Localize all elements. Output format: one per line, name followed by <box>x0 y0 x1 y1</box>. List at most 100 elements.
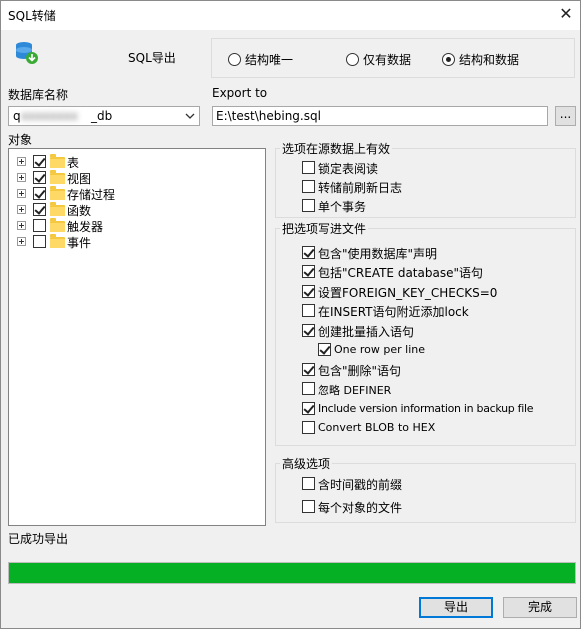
title-bar <box>0 0 581 30</box>
checkbox[interactable] <box>302 199 315 212</box>
database-value-prefix: q <box>13 109 21 123</box>
option-include-drop[interactable]: 包含"删除"语句 <box>302 362 567 378</box>
database-value-suffix: _db <box>91 109 113 123</box>
checkbox-label: 在INSERT语句附近添加lock <box>318 305 469 319</box>
export-path-input[interactable]: E:\test\hebing.sql <box>212 106 548 126</box>
finish-button[interactable]: 完成 <box>503 597 577 618</box>
checkbox-label: 包括"CREATE database"语句 <box>318 266 483 280</box>
checkbox-label: 忽略 DEFINER <box>318 384 392 397</box>
checkbox-label: 转储前刷新日志 <box>318 181 403 195</box>
export-to-label: Export to <box>212 86 268 100</box>
tree-item-triggers[interactable]: 触发器 <box>9 217 265 234</box>
checkbox-label: 包含"删除"语句 <box>318 364 402 378</box>
radio-label: 结构和数据 <box>459 53 520 67</box>
tree-item-views[interactable]: 视图 <box>9 169 265 186</box>
option-flush-logs[interactable]: 转储前刷新日志 <box>302 179 562 195</box>
option-insert-lock[interactable]: 在INSERT语句附近添加lock <box>302 303 567 319</box>
radio-button[interactable] <box>346 53 359 66</box>
checkbox-label: Include version information in backup fi… <box>318 402 534 415</box>
option-ignore-definer[interactable]: 忽略 DEFINER <box>302 381 567 397</box>
expand-icon[interactable] <box>17 173 26 182</box>
tree-item-procedures[interactable]: 存储过程 <box>9 185 265 202</box>
folder-icon <box>50 154 65 168</box>
option-blob-to-hex[interactable]: Convert BLOB to HEX <box>302 420 567 436</box>
export-button[interactable]: 导出 <box>419 597 493 618</box>
checkbox-label: One row per line <box>334 343 426 356</box>
objects-tree[interactable]: 表 视图 存储过程 函数 触发器 事件 <box>8 148 266 526</box>
checkbox[interactable] <box>302 304 315 317</box>
expand-icon[interactable] <box>17 205 26 214</box>
expand-icon[interactable] <box>17 157 26 166</box>
mode-label: SQL导出 <box>128 51 176 65</box>
checkbox-label: 创建批量插入语句 <box>318 325 415 339</box>
export-path-value: E:\test\hebing.sql <box>216 109 321 123</box>
expand-icon[interactable] <box>17 189 26 198</box>
tree-checkbox[interactable] <box>33 171 46 184</box>
close-icon[interactable]: ✕ <box>556 4 576 24</box>
checkbox[interactable] <box>302 402 315 415</box>
option-include-version-info[interactable]: Include version information in backup fi… <box>302 401 570 417</box>
option-foreign-key-checks[interactable]: 设置FOREIGN_KEY_CHECKS=0 <box>302 284 567 300</box>
checkbox-label: 锁定表阅读 <box>318 162 379 176</box>
radio-label: 结构唯一 <box>245 53 294 67</box>
expand-icon[interactable] <box>17 237 26 246</box>
database-select[interactable]: q xxxxxxxx _db <box>8 106 200 126</box>
checkbox-label: 设置FOREIGN_KEY_CHECKS=0 <box>318 286 498 300</box>
radio-data-only[interactable]: 仅有数据 <box>346 51 411 68</box>
option-bulk-insert[interactable]: 创建批量插入语句 <box>302 323 567 339</box>
tree-item-tables[interactable]: 表 <box>9 153 265 170</box>
tree-checkbox[interactable] <box>33 203 46 216</box>
option-lock-tables[interactable]: 锁定表阅读 <box>302 160 562 176</box>
tree-item-label: 事件 <box>67 236 92 250</box>
checkbox[interactable] <box>302 500 315 513</box>
option-file-per-object[interactable]: 每个对象的文件 <box>302 499 567 515</box>
folder-icon <box>50 202 65 216</box>
checkbox[interactable] <box>318 343 331 356</box>
chevron-down-icon[interactable] <box>185 113 195 120</box>
checkbox-label: 包含"使用数据库"声明 <box>318 247 438 261</box>
checkbox[interactable] <box>302 363 315 376</box>
advanced-options-title: 高级选项 <box>280 455 333 472</box>
tree-checkbox[interactable] <box>33 187 46 200</box>
expand-icon[interactable] <box>17 221 26 230</box>
checkbox[interactable] <box>302 421 315 434</box>
folder-icon <box>50 186 65 200</box>
radio-button[interactable] <box>442 53 455 66</box>
radio-structure-and-data[interactable]: 结构和数据 <box>442 51 519 68</box>
radio-structure-only[interactable]: 结构唯一 <box>228 51 293 68</box>
radio-button[interactable] <box>228 53 241 66</box>
radio-label: 仅有数据 <box>363 53 412 67</box>
checkbox-label: 含时间戳的前缀 <box>318 478 403 492</box>
tree-checkbox[interactable] <box>33 235 46 248</box>
tree-checkbox[interactable] <box>33 155 46 168</box>
checkbox[interactable] <box>302 477 315 490</box>
folder-icon <box>50 234 65 248</box>
checkbox[interactable] <box>302 285 315 298</box>
checkbox[interactable] <box>302 180 315 193</box>
checkbox[interactable] <box>302 246 315 259</box>
database-value-redacted: xxxxxxxx <box>21 109 78 123</box>
browse-button[interactable]: ... <box>555 106 576 126</box>
tree-checkbox[interactable] <box>33 219 46 232</box>
folder-icon <box>50 218 65 232</box>
option-include-use-database[interactable]: 包含"使用数据库"声明 <box>302 245 567 261</box>
folder-icon <box>50 170 65 184</box>
option-one-row-per-line[interactable]: One row per line <box>318 342 567 358</box>
option-timestamp-prefix[interactable]: 含时间戳的前缀 <box>302 476 567 492</box>
source-options-title: 选项在源数据上有效 <box>280 140 393 157</box>
checkbox-label: 每个对象的文件 <box>318 501 403 515</box>
database-label: 数据库名称 <box>8 88 69 102</box>
checkbox[interactable] <box>302 382 315 395</box>
checkbox[interactable] <box>302 265 315 278</box>
tree-item-events[interactable]: 事件 <box>9 233 265 250</box>
progress-bar <box>8 562 576 584</box>
tree-item-functions[interactable]: 函数 <box>9 201 265 218</box>
window-title: SQL转储 <box>8 9 56 23</box>
option-single-transaction[interactable]: 单个事务 <box>302 198 562 214</box>
objects-label: 对象 <box>8 133 33 147</box>
checkbox[interactable] <box>302 324 315 337</box>
status-message: 已成功导出 <box>8 532 69 546</box>
progress-fill <box>9 563 575 583</box>
option-include-create-database[interactable]: 包括"CREATE database"语句 <box>302 264 567 280</box>
checkbox[interactable] <box>302 161 315 174</box>
